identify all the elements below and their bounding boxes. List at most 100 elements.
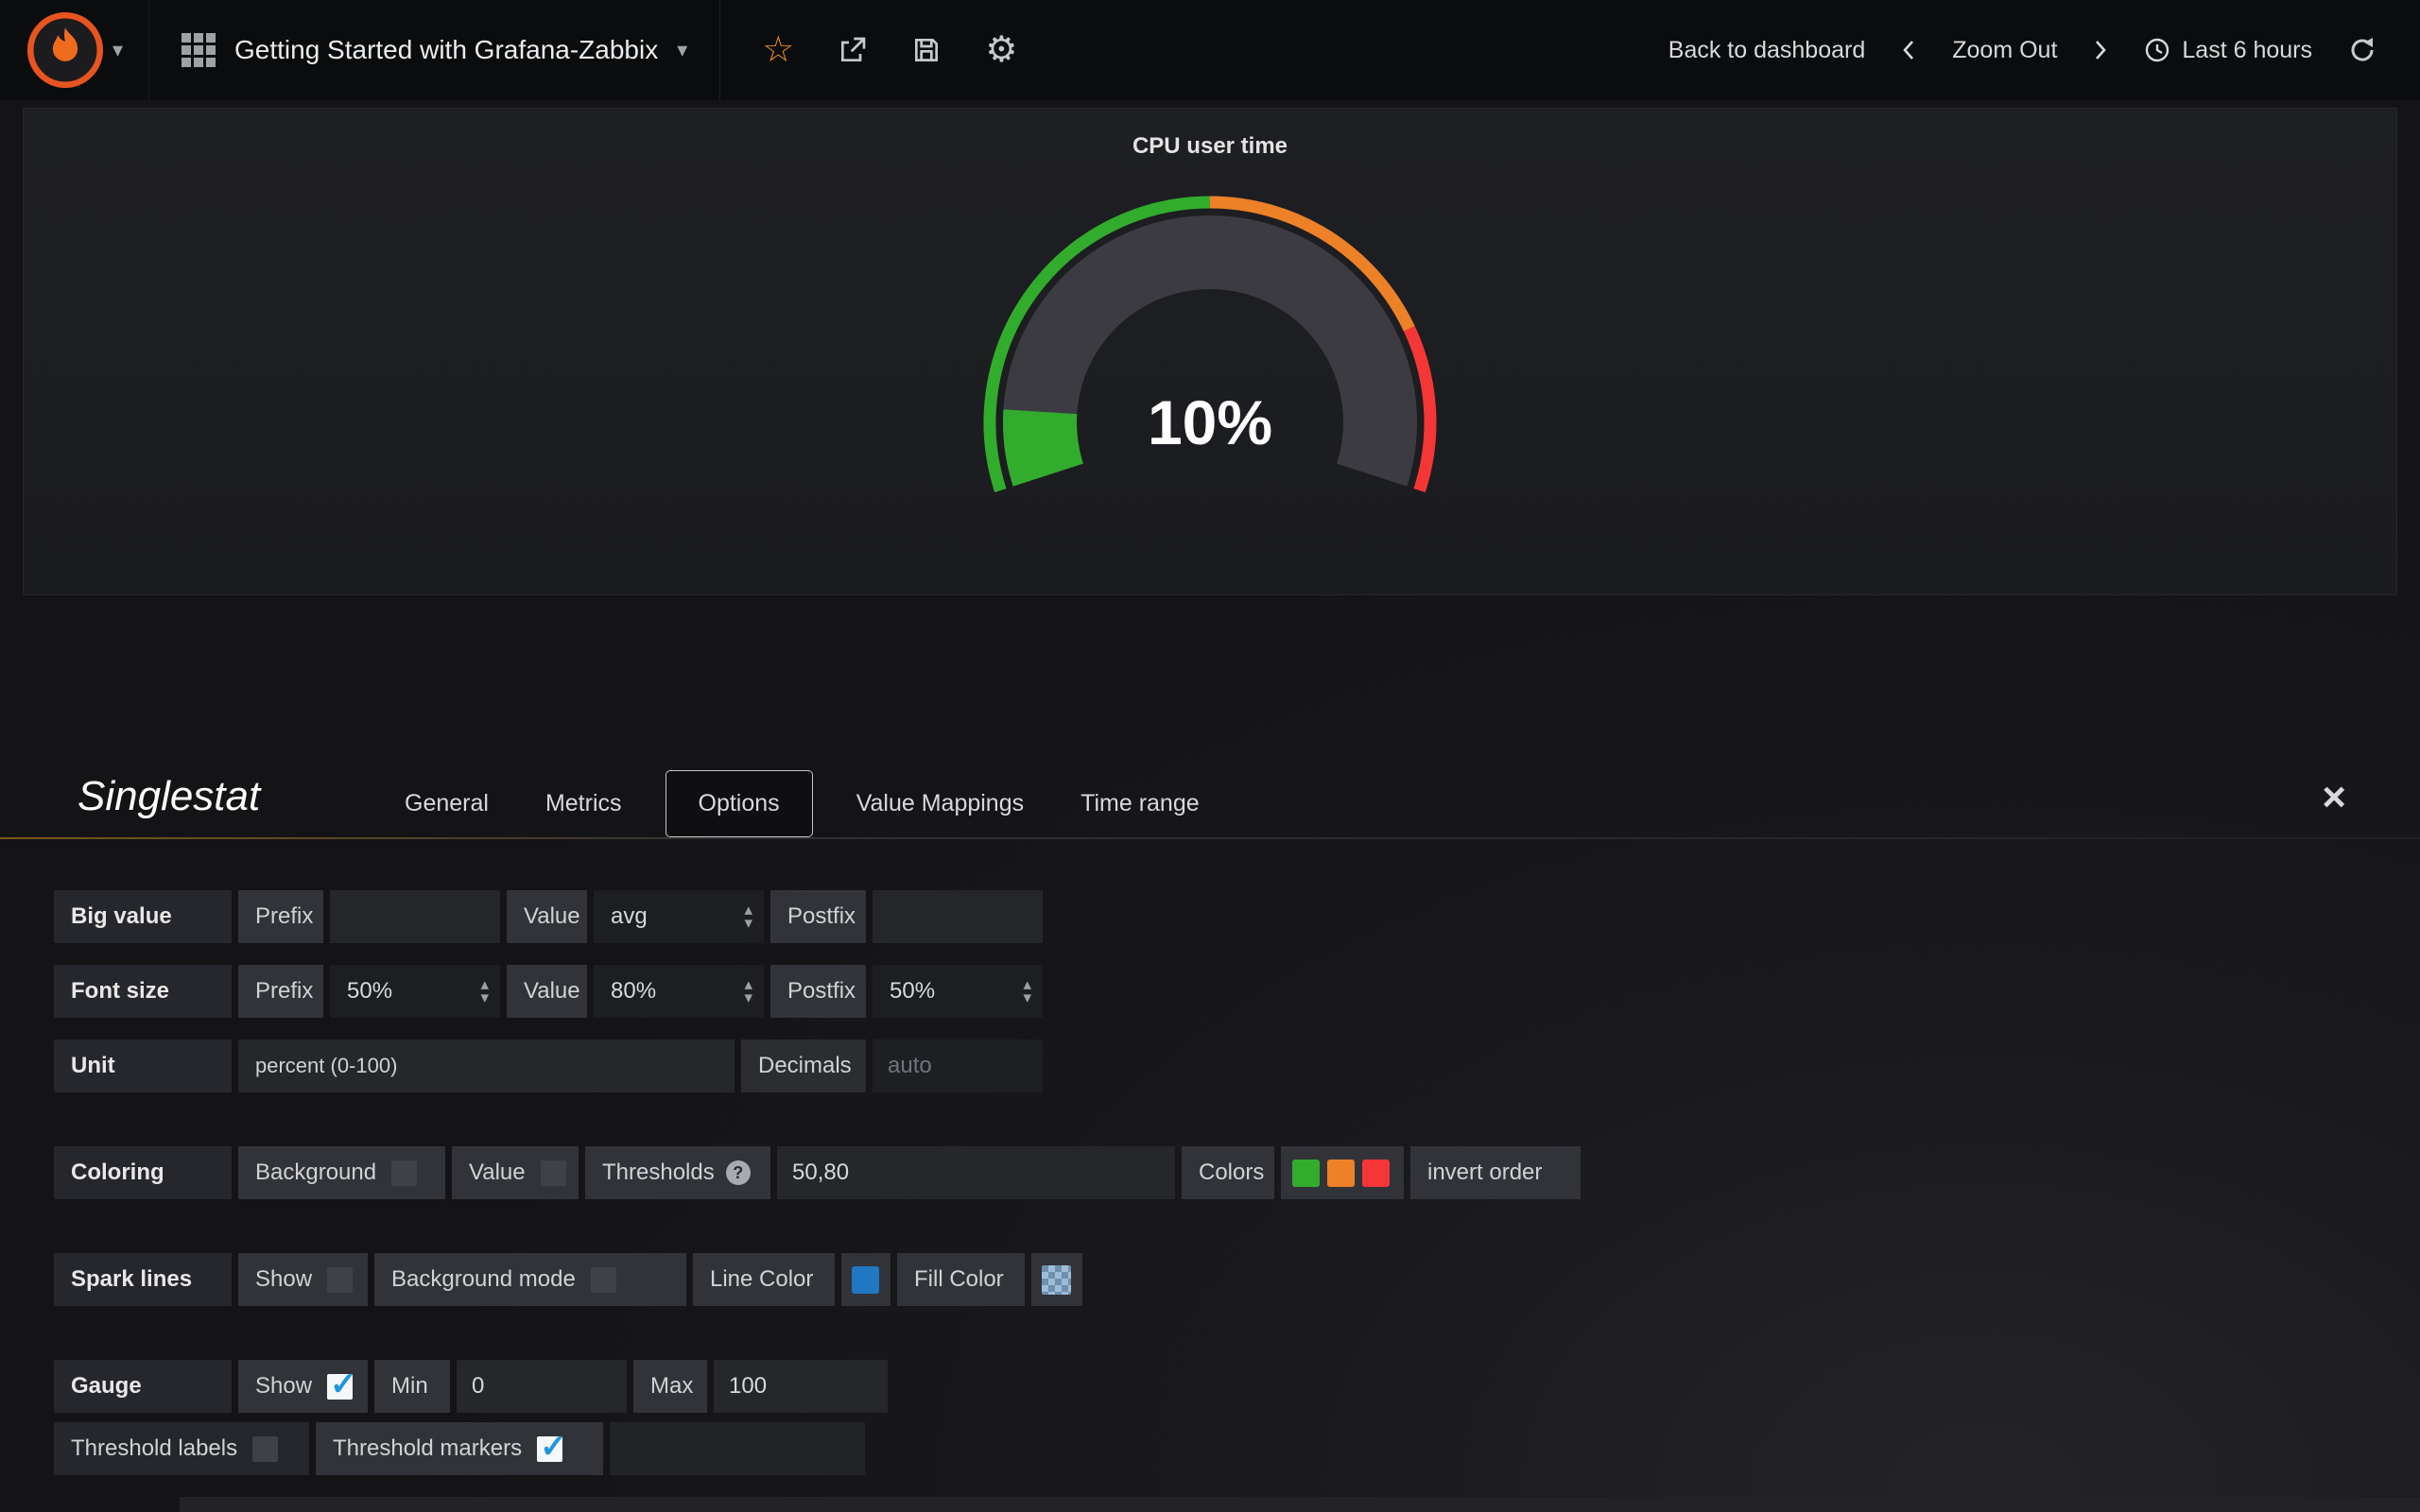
gauge-min-input[interactable]: [457, 1360, 627, 1413]
chevron-left-icon: [1901, 37, 1916, 63]
dashboard-title-dropdown[interactable]: Getting Started with Grafana-Zabbix ▾: [149, 0, 720, 100]
save-button[interactable]: [911, 35, 942, 65]
close-editor-button[interactable]: ×: [2322, 777, 2346, 818]
clock-icon: [2144, 37, 2170, 63]
line-color-swatch[interactable]: [852, 1266, 879, 1294]
thresholds-label-cell: Thresholds ?: [585, 1146, 770, 1199]
threshold-labels-label: Threshold labels: [71, 1435, 237, 1462]
fill-color-label: Fill Color: [897, 1253, 1025, 1306]
spark-show-checkbox[interactable]: [327, 1267, 353, 1293]
zoom-out-button[interactable]: Zoom Out: [1952, 37, 2057, 64]
invert-order-button[interactable]: invert order: [1410, 1146, 1581, 1199]
threshold-toggles-row: Threshold labels Threshold markers: [54, 1422, 1581, 1475]
big-value-postfix-input[interactable]: [873, 890, 1043, 943]
background-checkbox[interactable]: [391, 1160, 417, 1186]
fill-color-swatch[interactable]: [1042, 1265, 1071, 1295]
panel-type-title: Singlestat: [78, 773, 260, 820]
value-checkbox[interactable]: [541, 1160, 566, 1186]
help-icon[interactable]: ?: [726, 1160, 751, 1185]
refresh-button[interactable]: [2348, 36, 2377, 64]
color-swatch-red[interactable]: [1362, 1160, 1390, 1187]
color-swatch-green[interactable]: [1292, 1160, 1320, 1187]
color-swatch-orange[interactable]: [1327, 1160, 1355, 1187]
time-forward-button[interactable]: [2093, 37, 2108, 63]
threshold-markers-label: Threshold markers: [333, 1435, 522, 1462]
tab-value-mappings[interactable]: Value Mappings: [828, 790, 1052, 817]
gauge-label: Gauge: [54, 1360, 232, 1413]
show-label: Show: [255, 1373, 312, 1400]
decimals-input[interactable]: [873, 1040, 1043, 1092]
stepper-icon: [744, 903, 752, 930]
value-stat-select[interactable]: avg: [594, 890, 764, 943]
big-value-label: Big value: [54, 890, 232, 943]
empty-cell: [610, 1422, 865, 1475]
unit-row: Unit percent (0-100) Decimals: [54, 1040, 1581, 1092]
prefix-label: Prefix: [238, 965, 323, 1018]
tab-metrics[interactable]: Metrics: [517, 790, 650, 817]
coloring-row: Coloring Background Value Thresholds ? C…: [54, 1146, 1581, 1199]
value-label: Value: [507, 890, 587, 943]
threshold-labels-checkbox[interactable]: [252, 1436, 278, 1462]
gauge-max-input[interactable]: [714, 1360, 888, 1413]
time-back-button[interactable]: [1901, 37, 1916, 63]
dashboard-page: CPU user time 10% Singlestat General Met…: [0, 100, 2420, 1512]
spark-lines-row: Spark lines Show Background mode Line Co…: [54, 1253, 1581, 1306]
big-value-row: Big value Prefix Value avg Postfix: [54, 890, 1581, 943]
spark-lines-label: Spark lines: [54, 1253, 232, 1306]
thresholds-input[interactable]: [777, 1146, 1175, 1199]
spark-show-toggle: Show: [238, 1253, 368, 1306]
threshold-markers-checkbox[interactable]: [537, 1436, 562, 1462]
coloring-background-toggle: Background: [238, 1146, 445, 1199]
settings-button[interactable]: ⚙: [985, 32, 1017, 68]
threshold-colors: [1281, 1146, 1404, 1199]
time-range-picker[interactable]: Last 6 hours: [2144, 37, 2312, 64]
grafana-logo: [26, 10, 105, 90]
stepper-icon: [744, 978, 752, 1005]
font-size-label: Font size: [54, 965, 232, 1018]
unit-picker[interactable]: percent (0-100): [238, 1040, 735, 1092]
postfix-font-size-select[interactable]: 50%: [873, 965, 1043, 1018]
top-navbar: ▾ Getting Started with Grafana-Zabbix ▾ …: [0, 0, 2420, 100]
gauge-value-arc: [1040, 412, 1048, 475]
stepper-icon: [480, 978, 489, 1005]
dashboard-title: Getting Started with Grafana-Zabbix: [234, 35, 658, 65]
min-label: Min: [374, 1360, 450, 1413]
show-label: Show: [255, 1266, 312, 1293]
tab-general[interactable]: General: [376, 790, 517, 817]
back-to-dashboard-button[interactable]: Back to dashboard: [1668, 37, 1865, 64]
prefix-size-selected: 50%: [347, 978, 392, 1005]
star-icon: ☆: [762, 32, 794, 68]
postfix-label: Postfix: [770, 965, 866, 1018]
value-label: Value: [507, 965, 587, 1018]
stepper-icon: [1023, 978, 1031, 1005]
tab-options[interactable]: Options: [666, 770, 813, 837]
background-mode-checkbox[interactable]: [591, 1267, 616, 1293]
refresh-icon: [2348, 36, 2377, 64]
background-mode-label: Background mode: [391, 1266, 576, 1293]
prefix-label: Prefix: [238, 890, 323, 943]
time-range-label: Last 6 hours: [2182, 37, 2312, 64]
gauge-show-checkbox[interactable]: [327, 1374, 353, 1400]
next-panel-edge: [180, 1497, 2420, 1512]
gauge-row: Gauge Show Min Max: [54, 1360, 1581, 1413]
share-button[interactable]: [838, 35, 868, 65]
big-value-prefix-input[interactable]: [330, 890, 500, 943]
postfix-size-selected: 50%: [890, 978, 935, 1005]
value-size-selected: 80%: [611, 978, 656, 1005]
prefix-font-size-select[interactable]: 50%: [330, 965, 500, 1018]
dashboard-icon: [182, 33, 216, 67]
grafana-menu[interactable]: ▾: [0, 0, 149, 100]
chevron-right-icon: [2093, 37, 2108, 63]
value-label: Value: [469, 1160, 526, 1186]
options-form: Big value Prefix Value avg Postfix Font …: [54, 890, 1581, 1497]
line-color-label: Line Color: [693, 1253, 835, 1306]
value-font-size-select[interactable]: 80%: [594, 965, 764, 1018]
chevron-down-icon: ▾: [112, 38, 123, 62]
colors-label: Colors: [1182, 1146, 1274, 1199]
coloring-value-toggle: Value: [452, 1146, 579, 1199]
singlestat-panel: CPU user time 10%: [23, 108, 2397, 595]
gauge-chart: 10%: [908, 184, 1512, 562]
save-icon: [911, 35, 942, 65]
tab-time-range[interactable]: Time range: [1052, 790, 1228, 817]
star-button[interactable]: ☆: [762, 32, 794, 68]
